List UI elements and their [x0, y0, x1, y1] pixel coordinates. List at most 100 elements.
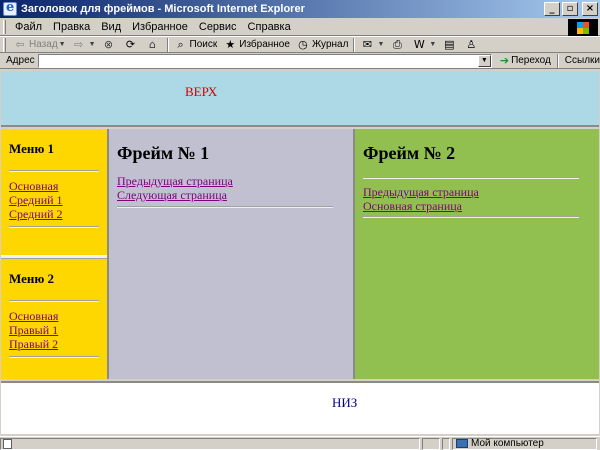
menu2-title: Меню 2	[9, 271, 55, 286]
status-zone: Мой компьютер	[452, 437, 597, 450]
status-cell	[442, 437, 450, 450]
address-input[interactable]: ▼	[37, 53, 492, 68]
search-icon: ⌕	[177, 37, 184, 51]
refresh-button[interactable]: ⟳	[121, 38, 143, 52]
word-icon: W	[413, 37, 425, 51]
bottom-frame-label: НИЗ	[332, 395, 358, 410]
frame1-link-previous[interactable]: Предыдущая страница	[117, 174, 353, 188]
menu2-link-main[interactable]: Основная	[9, 309, 107, 323]
frame1-links: Предыдущая страница Следующая страница	[117, 174, 353, 202]
menu-view[interactable]: Вид	[96, 21, 127, 33]
favorites-label: Избранное	[239, 39, 290, 50]
back-button[interactable]: ⇦ Назад ▼	[10, 38, 69, 52]
links-button[interactable]: Ссылки	[561, 55, 600, 66]
menu-help[interactable]: Справка	[243, 21, 297, 33]
mail-icon: ✉	[362, 37, 373, 51]
frame-2: Фрейм № 2 Предыдущая страница Основная с…	[355, 129, 599, 379]
toolbar-separator	[353, 37, 356, 52]
divider	[9, 300, 99, 302]
menu2-link-right-1[interactable]: Правый 1	[9, 323, 107, 337]
divider	[9, 356, 99, 358]
print-icon: ⎙	[392, 37, 402, 51]
windows-logo-icon	[568, 19, 598, 36]
menu-tools[interactable]: Сервис	[194, 21, 243, 33]
ie-icon[interactable]	[3, 0, 17, 16]
frame1-link-next[interactable]: Следующая страница	[117, 188, 353, 202]
top-frame-label: ВЕРХ	[185, 84, 218, 99]
menu-bar: Файл Правка Вид Избранное Сервис Справка	[0, 18, 600, 36]
zone-label: Мой компьютер	[471, 438, 544, 449]
print-button[interactable]: ⎙	[387, 38, 409, 52]
title-bar[interactable]: Заголовок для фреймов - Microsoft Intern…	[0, 0, 600, 18]
favorites-button[interactable]: ★ Избранное	[220, 38, 293, 52]
computer-icon	[456, 439, 468, 448]
menu1-frame: Меню 1 Основная Средний 1 Средний 2	[1, 129, 107, 255]
restore-button[interactable]: ▫	[562, 2, 578, 16]
chevron-down-icon[interactable]: ▼	[429, 41, 436, 48]
menu1-links: Основная Средний 1 Средний 2	[9, 179, 107, 221]
menu2-links: Основная Правый 1 Правый 2	[9, 309, 107, 351]
divider	[117, 206, 333, 208]
chevron-down-icon[interactable]: ▼	[377, 41, 384, 48]
page-content: ВЕРХ Меню 1 Основная Средний 1 Средний 2…	[1, 71, 599, 434]
window-title: Заголовок для фреймов - Microsoft Intern…	[21, 3, 305, 15]
menu-favorites[interactable]: Избранное	[127, 21, 194, 33]
go-label: Переход	[511, 55, 551, 66]
history-icon: ◷	[298, 37, 308, 51]
menu2-link-right-2[interactable]: Правый 2	[9, 337, 107, 351]
divider	[363, 216, 579, 218]
chevron-down-icon[interactable]: ▼	[477, 54, 491, 67]
divider	[9, 170, 99, 172]
menu2-frame: Меню 2 Основная Правый 1 Правый 2	[1, 259, 107, 379]
menu-edit[interactable]: Правка	[48, 21, 96, 33]
status-cell	[422, 437, 440, 450]
standard-toolbar: ⇦ Назад ▼ ⇨ ▼ ⊗ ⟳ ⌂ ⌕ Поиск ★ Избранное …	[0, 36, 600, 53]
messenger-button[interactable]: ♙	[461, 38, 483, 52]
address-label: Адрес	[6, 55, 35, 66]
bottom-frame: НИЗ	[1, 381, 599, 434]
toolbar-separator	[166, 37, 169, 52]
menu1-title: Меню 1	[9, 141, 55, 156]
history-label: Журнал	[311, 39, 349, 50]
frame2-link-previous[interactable]: Предыдущая страница	[363, 185, 599, 199]
discuss-button[interactable]: ▤	[439, 38, 461, 52]
home-icon: ⌂	[149, 37, 157, 51]
back-arrow-icon: ⇦	[15, 37, 25, 51]
toolbar-grip[interactable]	[3, 37, 6, 52]
menu1-link-middle-2[interactable]: Средний 2	[9, 207, 107, 221]
frame1-title: Фрейм № 1	[117, 143, 210, 163]
frame-1: Фрейм № 1 Предыдущая страница Следующая …	[109, 129, 353, 379]
status-main	[0, 437, 420, 450]
close-button[interactable]: ×	[582, 2, 598, 16]
forward-button[interactable]: ⇨ ▼	[69, 38, 99, 52]
chevron-down-icon[interactable]: ▼	[59, 41, 66, 48]
favorites-icon: ★	[225, 37, 236, 51]
minimize-button[interactable]: _	[544, 2, 560, 16]
edit-word-button[interactable]: W ▼	[409, 38, 439, 52]
menu-file[interactable]: Файл	[10, 21, 48, 33]
top-frame: ВЕРХ	[1, 71, 599, 127]
search-button[interactable]: ⌕ Поиск	[171, 38, 221, 52]
search-label: Поиск	[189, 39, 218, 50]
status-bar: Мой компьютер	[0, 436, 600, 450]
page-icon	[3, 438, 12, 449]
frame2-link-main[interactable]: Основная страница	[363, 199, 599, 213]
window-controls: _ ▫ ×	[544, 2, 598, 16]
toolbar-separator	[556, 53, 559, 68]
divider	[9, 226, 99, 228]
toolbar-grip[interactable]	[3, 19, 6, 34]
stop-button[interactable]: ⊗	[99, 38, 121, 52]
go-button[interactable]: ➔ Переход	[496, 54, 555, 67]
document-icon: ▤	[444, 37, 455, 51]
history-button[interactable]: ◷ Журнал	[293, 38, 352, 52]
frame2-title: Фрейм № 2	[363, 143, 456, 163]
messenger-icon: ♙	[466, 37, 477, 51]
home-button[interactable]: ⌂	[143, 38, 165, 52]
frame2-links: Предыдущая страница Основная страница	[363, 185, 599, 213]
refresh-icon: ⟳	[125, 37, 136, 51]
menu1-link-main[interactable]: Основная	[9, 179, 107, 193]
mail-button[interactable]: ✉ ▼	[357, 38, 387, 52]
back-label: Назад	[29, 39, 58, 50]
chevron-down-icon[interactable]: ▼	[89, 41, 96, 48]
menu1-link-middle-1[interactable]: Средний 1	[9, 193, 107, 207]
